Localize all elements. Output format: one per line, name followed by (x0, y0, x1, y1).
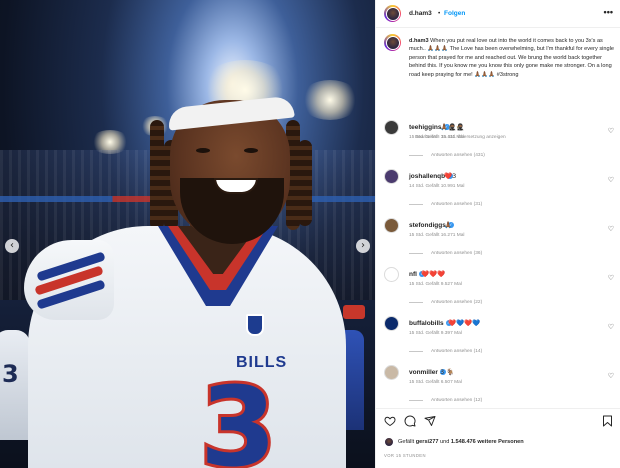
comment-item: buffalobills ✓ ❤️💙❤️💙 15 Std. Gefällt 9.397… (376, 316, 620, 364)
caption-avatar[interactable] (384, 34, 401, 51)
caption-body: When you put real love out into the worl… (409, 38, 614, 78)
comment-text: ❤️3 (444, 172, 457, 180)
comment-meta[interactable]: 15 Std. Gefällt 9.397 Mal (409, 331, 462, 336)
bookmark-icon[interactable] (602, 415, 613, 429)
prev-image-button[interactable]: ‹ (5, 239, 19, 253)
author-username[interactable]: d.ham3 (409, 10, 432, 17)
player-hair (298, 140, 312, 226)
commenter-avatar[interactable] (384, 218, 399, 233)
liker-username[interactable]: gersi277 (416, 439, 439, 445)
comment-item: nfl ✓ ❤️❤️❤️ 15 Std. Gefällt 9.527 Mal Antwo… (376, 267, 620, 315)
comment-item: teehiggins ✓ 🙏🏾🥷🏾🥷🏾 15 Std. Gefällt 35.411 … (376, 120, 620, 168)
jersey-number: 3 (197, 363, 280, 468)
replies-divider (409, 400, 423, 401)
commenter-avatar[interactable] (384, 120, 399, 135)
stadium-light (300, 80, 360, 120)
post-header: d.ham3 • Folgen ••• (376, 0, 620, 28)
comment-meta[interactable]: 15 Std. Gefällt 6.507 Mal (409, 380, 462, 385)
background-figure-cap (343, 305, 365, 319)
commenter-username[interactable]: buffalobills ✓ (409, 320, 452, 327)
comment-like-heart-icon[interactable]: ♡ (608, 225, 614, 233)
view-replies-button[interactable]: Antworten ansehen (22) (409, 300, 482, 305)
comment-like-heart-icon[interactable]: ♡ (608, 372, 614, 380)
post-date: VOR 15 STUNDEN (384, 453, 426, 458)
likes-count[interactable]: 1.548.476 weitere Personen (451, 439, 524, 445)
comment-text: 3 🐐 (440, 368, 455, 376)
header-separator: • (438, 10, 441, 17)
post-sidebar: d.ham3 • Folgen ••• d.ham3 When you put … (375, 0, 620, 468)
author-avatar[interactable] (384, 5, 401, 22)
likes-summary[interactable]: Gefällt gersi277 und 1.548.476 weitere P… (398, 439, 524, 445)
view-replies-button[interactable]: Antworten ansehen (12) (409, 398, 482, 403)
follow-button[interactable]: Folgen (444, 10, 465, 17)
view-replies-button[interactable]: Antworten ansehen (431) (409, 153, 485, 158)
replies-divider (409, 204, 423, 205)
post-actions: Gefällt gersi277 und 1.548.476 weitere P… (376, 408, 620, 468)
commenter-avatar[interactable] (384, 267, 399, 282)
comment-text: 🙏🏾🥷🏾🥷🏾 (440, 123, 465, 131)
player-eye (244, 148, 258, 153)
replies-divider (409, 351, 423, 352)
next-image-button[interactable]: › (356, 239, 370, 253)
comment-item: joshallenqb ✓ ❤️3 14 Std. Gefällt 10.991 Ma… (376, 169, 620, 217)
liker-avatar[interactable] (384, 437, 394, 447)
comment-meta[interactable]: 15 Std. Gefällt 9.527 Mal (409, 282, 462, 287)
player-hair (150, 120, 164, 230)
replies-divider (409, 302, 423, 303)
comment-like-heart-icon[interactable]: ♡ (608, 274, 614, 282)
comment-item: stefondiggs ✓ 🙏🏾 15 Std. Gefällt 16.271 Mal… (376, 218, 620, 266)
comment-text: 🙏🏾 (444, 221, 453, 229)
post-image[interactable]: 3 BILLS 3 ‹ › (0, 0, 375, 468)
more-options-icon[interactable]: ••• (604, 7, 613, 17)
comment-like-heart-icon[interactable]: ♡ (608, 176, 614, 184)
comment-item: vonmiller ✓ 3 🐐 15 Std. Gefällt 6.507 Mal An… (376, 365, 620, 413)
nfl-shield-logo (246, 314, 264, 336)
comment-meta[interactable]: 15 Std. Gefällt 35.411 Mal (409, 135, 464, 140)
share-icon[interactable] (424, 415, 436, 429)
heart-icon[interactable] (384, 415, 396, 429)
view-replies-button[interactable]: Antworten ansehen (14) (409, 349, 482, 354)
commenter-avatar[interactable] (384, 365, 399, 380)
comment-icon[interactable] (404, 415, 416, 429)
comment-text: ❤️💙❤️💙 (448, 319, 481, 327)
replies-divider (409, 155, 423, 156)
comment-like-heart-icon[interactable]: ♡ (608, 127, 614, 135)
background-player-number: 3 (2, 360, 19, 388)
comment-meta[interactable]: 15 Std. Gefällt 16.271 Mal (409, 233, 464, 238)
player-eye (196, 148, 210, 153)
commenter-avatar[interactable] (384, 316, 399, 331)
comment-meta[interactable]: 14 Std. Gefällt 10.991 Mal (409, 184, 464, 189)
replies-divider (409, 253, 423, 254)
caption-username[interactable]: d.ham3 (409, 38, 429, 44)
comment-text: ❤️❤️❤️ (421, 270, 446, 278)
view-replies-button[interactable]: Antworten ansehen (36) (409, 251, 482, 256)
view-replies-button[interactable]: Antworten ansehen (31) (409, 202, 482, 207)
comment-like-heart-icon[interactable]: ♡ (608, 323, 614, 331)
commenter-avatar[interactable] (384, 169, 399, 184)
